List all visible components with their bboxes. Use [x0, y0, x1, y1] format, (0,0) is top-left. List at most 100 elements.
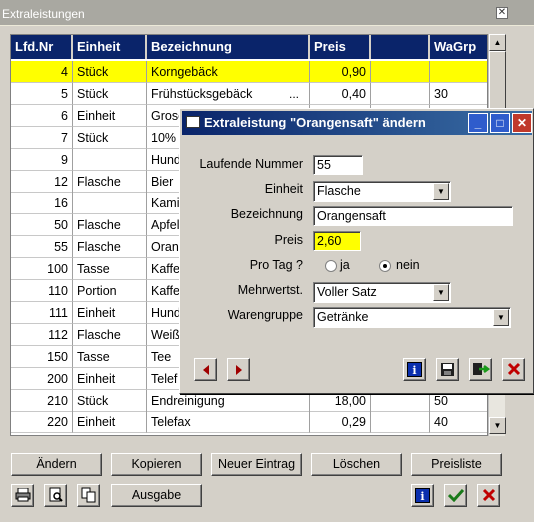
cell-einheit: Tasse: [73, 258, 147, 281]
cell-nr: 110: [11, 280, 73, 302]
cell-einheit: Flasche: [73, 323, 147, 346]
maximize-icon[interactable]: □: [490, 113, 510, 133]
prev-arrow-icon[interactable]: [194, 358, 217, 381]
label-bezeichnung: Bezeichnung: [230, 207, 303, 221]
cell-einheit: Einheit: [73, 301, 147, 324]
cell-bez: Telefax: [147, 411, 310, 434]
cell-nr: 111: [11, 301, 73, 324]
cell-einheit: Portion: [73, 280, 147, 302]
col-empty[interactable]: [371, 35, 430, 59]
loeschen-button[interactable]: Löschen: [311, 453, 402, 476]
bezeichnung-field[interactable]: Orangensaft: [313, 206, 513, 226]
radio-ja-label: ja: [340, 258, 350, 272]
info-icon[interactable]: i: [411, 484, 434, 507]
cell-x: [371, 411, 430, 434]
cell-einheit: Flasche: [73, 170, 147, 193]
ellipsis-indicator[interactable]: ...: [289, 83, 299, 105]
cell-einheit: Einheit: [73, 367, 147, 390]
cell-einheit: Stück: [73, 389, 147, 412]
cell-nr: 6: [11, 104, 73, 127]
cell-preis: 0,90: [310, 61, 371, 83]
dialog-info-icon[interactable]: i: [403, 358, 426, 381]
dialog-title: Extraleistung "Orangensaft" ändern: [204, 115, 426, 130]
chevron-down-icon[interactable]: ▼: [493, 309, 509, 326]
cell-preis: 0,29: [310, 411, 371, 434]
label-warengruppe: Warengruppe: [227, 308, 303, 322]
cell-nr: 16: [11, 192, 73, 215]
copy-icon[interactable]: [77, 484, 100, 507]
cell-nr: 9: [11, 148, 73, 171]
table-row[interactable]: 220 Einheit Telefax 0,29 40: [11, 411, 487, 434]
preview-icon[interactable]: [44, 484, 67, 507]
cell-einheit: [73, 148, 147, 171]
ausgabe-button[interactable]: Ausgabe: [111, 484, 202, 507]
scroll-up-icon[interactable]: ▲: [489, 34, 506, 51]
cell-wagrp: 30: [430, 83, 487, 105]
label-mwst: Mehrwertst.: [237, 283, 303, 297]
window-title: Extraleistungen: [2, 7, 85, 21]
col-preis[interactable]: Preis: [310, 35, 371, 59]
einheit-value: Flasche: [317, 184, 361, 198]
warengruppe-value: Getränke: [317, 310, 369, 324]
dialog-app-icon: [186, 116, 200, 128]
neuer-eintrag-button[interactable]: Neuer Eintrag: [211, 453, 302, 476]
dialog-titlebar[interactable]: Extraleistung "Orangensaft" ändern _ □ ✕: [182, 111, 532, 135]
minimize-icon[interactable]: _: [468, 113, 488, 133]
col-einheit[interactable]: Einheit: [73, 35, 147, 59]
cell-nr: 220: [11, 411, 73, 434]
cell-einheit: [73, 192, 147, 215]
next-arrow-icon[interactable]: [227, 358, 250, 381]
cell-einheit: Flasche: [73, 236, 147, 259]
cell-nr: 4: [11, 61, 73, 83]
cell-einheit: Stück: [73, 61, 147, 83]
table-row[interactable]: 5 Stück Frühstücksgebäck 0,40 30...: [11, 82, 487, 105]
aendern-button[interactable]: Ändern: [11, 453, 102, 476]
cell-einheit: Stück: [73, 126, 147, 149]
lfd-nr-field[interactable]: 55: [313, 155, 363, 175]
cell-x: [371, 82, 430, 105]
radio-nein[interactable]: [379, 260, 391, 272]
cell-wagrp: [430, 61, 487, 83]
mwst-value: Voller Satz: [317, 285, 377, 299]
radio-nein-label: nein: [396, 258, 420, 272]
cell-x: [371, 61, 430, 83]
preis-field[interactable]: 2,60: [313, 231, 361, 251]
cell-einheit: Stück: [73, 82, 147, 105]
cell-einheit: Tasse: [73, 345, 147, 368]
main-titlebar: Extraleistungen ✕: [0, 0, 534, 26]
cell-nr: 12: [11, 170, 73, 193]
col-bezeichnung[interactable]: Bezeichnung: [147, 35, 310, 59]
mwst-select[interactable]: Voller Satz ▼: [313, 282, 451, 303]
kopieren-button[interactable]: Kopieren: [111, 453, 202, 476]
cell-bez: Frühstücksgebäck: [147, 82, 310, 105]
einheit-select[interactable]: Flasche ▼: [313, 181, 451, 202]
close-icon[interactable]: ✕: [496, 7, 508, 19]
scroll-down-icon[interactable]: ▼: [489, 417, 506, 434]
cell-nr: 55: [11, 236, 73, 259]
chevron-down-icon[interactable]: ▼: [433, 183, 449, 200]
cell-nr: 210: [11, 389, 73, 412]
save-exit-icon[interactable]: [469, 358, 492, 381]
radio-ja[interactable]: [325, 260, 337, 272]
cell-einheit: Einheit: [73, 411, 147, 434]
save-disk-icon[interactable]: [436, 358, 459, 381]
label-preis: Preis: [274, 233, 303, 247]
col-lfd-nr[interactable]: Lfd.Nr: [11, 35, 73, 59]
preisliste-button[interactable]: Preisliste: [411, 453, 502, 476]
warengruppe-select[interactable]: Getränke ▼: [313, 307, 511, 328]
dialog-close-icon[interactable]: ✕: [512, 113, 532, 133]
cell-bez: Korngebäck: [147, 61, 310, 83]
chevron-down-icon[interactable]: ▼: [433, 284, 449, 301]
cell-preis: 0,40: [310, 82, 371, 105]
label-lfd-nr: Laufende Nummer: [199, 157, 303, 171]
table-header: Lfd.Nr Einheit Bezeichnung Preis WaGrp: [11, 35, 487, 59]
table-row[interactable]: 4 Stück Korngebäck 0,90: [11, 61, 487, 83]
cell-nr: 5: [11, 82, 73, 105]
print-icon[interactable]: [11, 484, 34, 507]
dialog-cancel-icon[interactable]: [502, 358, 525, 381]
cancel-x-icon[interactable]: [477, 484, 500, 507]
cell-nr: 7: [11, 126, 73, 149]
edit-dialog: Extraleistung "Orangensaft" ändern _ □ ✕…: [179, 108, 534, 394]
col-wagrp[interactable]: WaGrp: [430, 35, 487, 59]
ok-check-icon[interactable]: [444, 484, 467, 507]
